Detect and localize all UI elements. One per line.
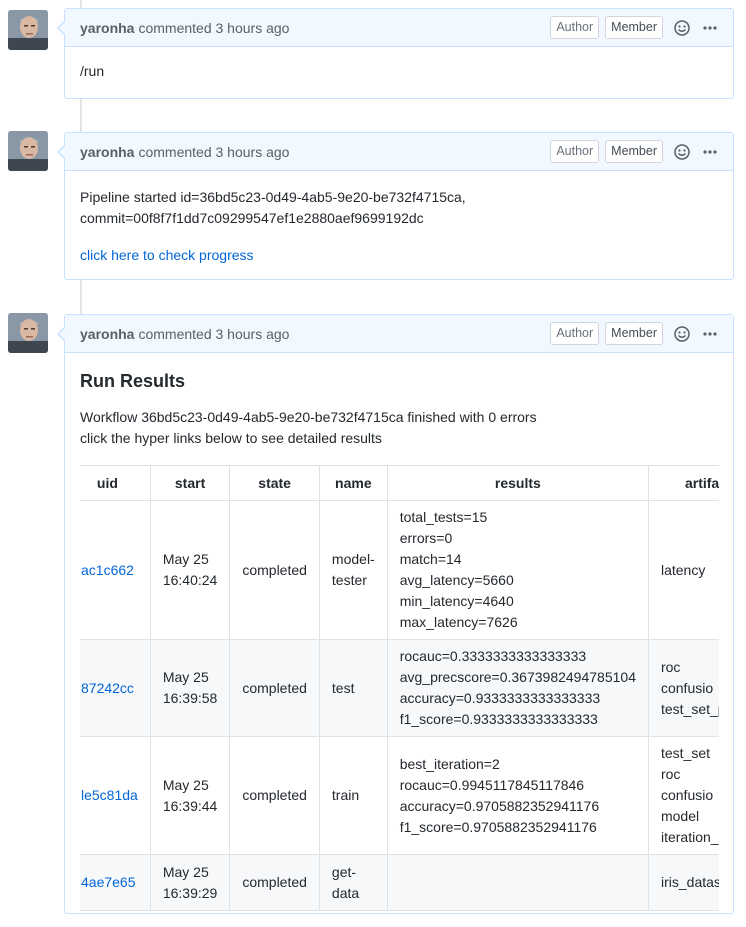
results-table: uid start state name results artifa ac1c… [80, 465, 719, 911]
smiley-icon[interactable] [673, 143, 691, 161]
uid-cell: le5c81da [80, 736, 151, 855]
comment-body: Pipeline started id=36bd5c23-0d49-4ab5-9… [65, 171, 733, 282]
artifacts-cell: roc confusio test_set_p [647, 639, 719, 737]
header-artifacts: artifa [647, 465, 719, 501]
avatar[interactable] [8, 131, 48, 171]
results-cell [386, 854, 649, 911]
table-row: ac1c662 May 25 16:40:24 completed model-t… [80, 500, 719, 640]
comment-author[interactable]: yaronha [80, 326, 134, 342]
artifacts-cell: latency [647, 500, 719, 640]
uid-link[interactable]: 4ae7e65 [81, 874, 136, 890]
comment-timestamp[interactable]: commented 3 hours ago [138, 326, 289, 342]
table-row: le5c81da May 25 16:39:44 completed train … [80, 736, 719, 855]
uid-link[interactable]: le5c81da [81, 787, 138, 803]
member-badge: Member [605, 16, 663, 39]
comment-2: yaronha commented 3 hours ago Author Mem… [57, 132, 734, 282]
name-cell: model-tester [318, 500, 388, 640]
member-badge: Member [605, 140, 663, 163]
kebab-horizontal-icon[interactable] [701, 325, 719, 343]
header-state: state [229, 465, 320, 501]
avatar[interactable] [8, 313, 48, 353]
comment-header: yaronha commented 3 hours ago Author Mem… [65, 315, 733, 353]
comment-timestamp[interactable]: commented 3 hours ago [138, 144, 289, 160]
table-row: 87242cc May 25 16:39:58 completed test ro… [80, 639, 719, 737]
start-cell: May 25 16:39:58 [149, 639, 231, 737]
commit-text: commit=00f8f7f1dd7c09299547ef1e2880aef96… [80, 210, 424, 226]
avatar[interactable] [8, 10, 48, 50]
comment-body: Run Results Workflow 36bd5c23-0d49-4ab5-… [65, 353, 733, 927]
user-avatar-icon [8, 131, 48, 171]
user-avatar-icon [8, 313, 48, 353]
author-badge: Author [550, 322, 600, 345]
name-cell: test [318, 639, 388, 737]
uid-cell: 4ae7e65 [80, 854, 151, 911]
state-cell: completed [229, 500, 320, 640]
member-badge: Member [605, 322, 663, 345]
results-table-container[interactable]: uid start state name results artifa ac1c… [80, 465, 719, 911]
state-cell: completed [229, 854, 320, 911]
start-cell: May 25 16:40:24 [149, 500, 231, 640]
kebab-horizontal-icon[interactable] [701, 19, 719, 37]
comment-3: yaronha commented 3 hours ago Author Mem… [57, 314, 734, 914]
comment-1: yaronha commented 3 hours ago Author Mem… [57, 8, 734, 99]
uid-cell: ac1c662 [80, 500, 151, 640]
kebab-horizontal-icon[interactable] [701, 143, 719, 161]
comment-text: /run [80, 63, 105, 79]
pipeline-id-text: Pipeline started id=36bd5c23-0d49-4ab5-9… [80, 189, 466, 205]
uid-link[interactable]: 87242cc [81, 680, 134, 696]
header-name: name [318, 465, 388, 501]
workflow-status-text: Workflow 36bd5c23-0d49-4ab5-9e20-be732f4… [80, 409, 537, 425]
comment-author[interactable]: yaronha [80, 144, 134, 160]
state-cell: completed [229, 639, 320, 737]
results-cell: best_iteration=2 rocauc=0.99451178451178… [386, 736, 649, 855]
name-cell: get-data [318, 854, 388, 911]
hyperlink-hint-text: click the hyper links below to see detai… [80, 430, 382, 446]
results-cell: rocauc=0.3333333333333333 avg_precscore=… [386, 639, 649, 737]
artifacts-cell: iris_datas [647, 854, 719, 911]
comment-author[interactable]: yaronha [80, 20, 134, 36]
artifacts-cell: test_set roc confusio model iteration_ [647, 736, 719, 855]
header-results: results [386, 465, 649, 501]
comment-header: yaronha commented 3 hours ago Author Mem… [65, 9, 733, 47]
header-start: start [149, 465, 231, 501]
state-cell: completed [229, 736, 320, 855]
run-results-heading: Run Results [80, 371, 186, 391]
comment-header: yaronha commented 3 hours ago Author Mem… [65, 133, 733, 171]
table-row: 4ae7e65 May 25 16:39:29 completed get-dat… [80, 854, 719, 911]
author-badge: Author [550, 140, 600, 163]
start-cell: May 25 16:39:44 [149, 736, 231, 855]
check-progress-link[interactable]: click here to check progress [80, 247, 254, 263]
smiley-icon[interactable] [673, 19, 691, 37]
table-header-row: uid start state name results artifa [80, 465, 719, 501]
user-avatar-icon [8, 10, 48, 50]
results-cell: total_tests=15 errors=0 match=14 avg_lat… [386, 500, 649, 640]
name-cell: train [318, 736, 388, 855]
start-cell: May 25 16:39:29 [149, 854, 231, 911]
uid-cell: 87242cc [80, 639, 151, 737]
comment-timestamp[interactable]: commented 3 hours ago [138, 20, 289, 36]
smiley-icon[interactable] [673, 325, 691, 343]
comment-body: /run [65, 47, 733, 98]
author-badge: Author [550, 16, 600, 39]
header-uid: uid [80, 465, 151, 501]
uid-link[interactable]: ac1c662 [81, 562, 134, 578]
